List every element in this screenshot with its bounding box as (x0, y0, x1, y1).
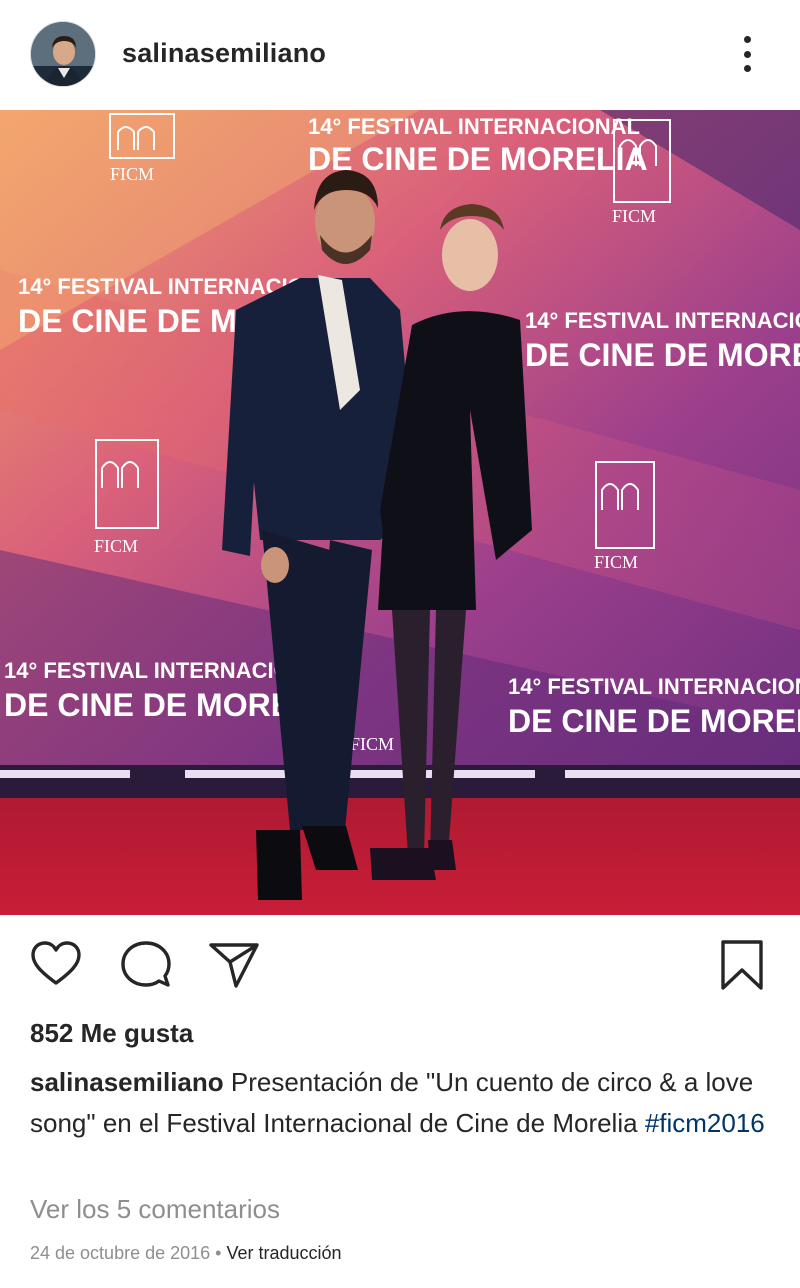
action-bar (0, 930, 800, 1000)
avatar[interactable] (30, 21, 96, 87)
post-date: 24 de octubre de 2016 (30, 1243, 211, 1263)
caption: salinasemiliano Presentación de "Un cuen… (30, 1062, 770, 1144)
bookmark-icon[interactable] (712, 930, 772, 1000)
more-options-icon[interactable] (730, 32, 764, 76)
username[interactable]: salinasemiliano (122, 38, 326, 69)
translate-link[interactable]: Ver traducción (227, 1243, 342, 1263)
more-dot (743, 50, 751, 58)
paper-plane-icon[interactable] (204, 930, 264, 1000)
backdrop-text: 14° FESTIVAL INTERNACIONAL (508, 674, 800, 699)
comment-icon[interactable] (116, 930, 176, 1000)
post-meta: 24 de octubre de 2016 • Ver traducción (30, 1243, 342, 1264)
more-dot (743, 36, 751, 43)
likes-count[interactable]: 852 Me gusta (30, 1018, 193, 1049)
post-header: salinasemiliano (0, 0, 800, 110)
backdrop-text: DE CINE DE MORELIA (508, 703, 800, 739)
backdrop-text: 14° FESTIVAL INTERNACIONAL (525, 308, 800, 333)
ficm-logo-text: FICM (94, 536, 138, 556)
ficm-logo-text: FICM (350, 734, 394, 754)
ficm-logo-text: FICM (612, 206, 656, 226)
hashtag-link[interactable]: #ficm2016 (645, 1108, 765, 1138)
meta-separator: • (215, 1243, 222, 1263)
post-photo[interactable]: 14° FESTIVAL INTERNACIONAL DE CINE DE MO… (0, 110, 800, 915)
backdrop-text: DE CINE DE MORELIA (308, 141, 648, 177)
more-dot (743, 65, 751, 72)
ficm-logo-text: FICM (594, 552, 638, 572)
photo-canvas: 14° FESTIVAL INTERNACIONAL DE CINE DE MO… (0, 110, 800, 915)
caption-username[interactable]: salinasemiliano (30, 1067, 224, 1097)
view-comments-link[interactable]: Ver los 5 comentarios (30, 1194, 280, 1225)
heart-icon[interactable] (26, 930, 86, 1000)
avatar-photo (31, 22, 95, 86)
backdrop-text: DE CINE DE MORELIA (525, 337, 800, 373)
ficm-logo-text: FICM (110, 164, 154, 184)
backdrop-text: 14° FESTIVAL INTERNACIONAL (308, 114, 640, 139)
